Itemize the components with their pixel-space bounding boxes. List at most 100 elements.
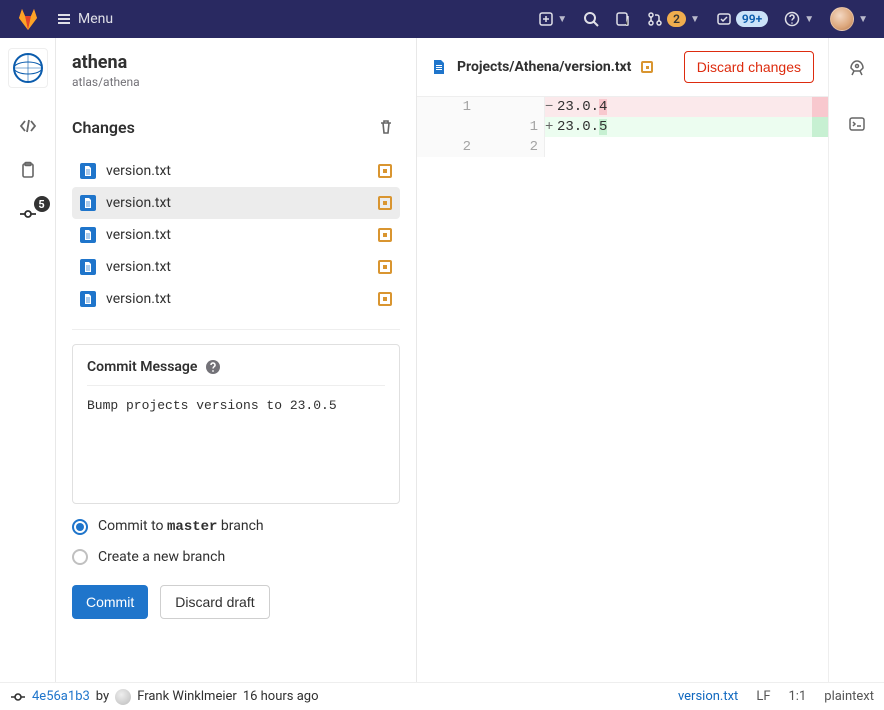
project-path: atlas/athena bbox=[72, 75, 400, 89]
commit-icon bbox=[19, 205, 37, 223]
diff-line-added: 1+23.0.5 bbox=[417, 117, 828, 137]
file-icon bbox=[431, 59, 447, 75]
radio-new-branch[interactable]: Create a new branch bbox=[72, 549, 400, 565]
statusbar: 4e56a1b3 by Frank Winklmeier 16 hours ag… bbox=[0, 682, 884, 710]
editor-header: Projects/Athena/version.txt Discard chan… bbox=[417, 38, 828, 96]
radio-commit-to[interactable]: Commit to master branch bbox=[72, 518, 400, 535]
changes-label: Changes bbox=[72, 118, 135, 137]
rail-clipboard[interactable] bbox=[0, 148, 56, 192]
commit-button[interactable]: Commit bbox=[72, 585, 148, 619]
main-menu-button[interactable]: Menu bbox=[48, 7, 121, 31]
modified-icon bbox=[378, 228, 392, 242]
diff-line-removed: 1−23.0.4 bbox=[417, 97, 828, 117]
file-name: version.txt bbox=[106, 291, 378, 307]
file-row[interactable]: version.txt bbox=[72, 251, 400, 283]
commit-count-badge: 5 bbox=[34, 196, 50, 212]
modified-icon bbox=[378, 164, 392, 178]
help-menu[interactable]: ▼ bbox=[776, 0, 822, 38]
main-layout: 5 athena atlas/athena Changes version.tx… bbox=[0, 38, 884, 682]
pipeline-button[interactable] bbox=[829, 52, 884, 84]
file-list: version.txt version.txt version.txt vers… bbox=[72, 155, 400, 315]
file-name: version.txt bbox=[106, 259, 378, 275]
create-menu[interactable]: ▼ bbox=[531, 0, 575, 38]
rail-commits[interactable]: 5 bbox=[0, 192, 56, 236]
file-icon bbox=[80, 227, 96, 243]
file-name: version.txt bbox=[106, 227, 378, 243]
commit-box: Commit Message Bump projects versions to… bbox=[72, 344, 400, 504]
file-row[interactable]: version.txt bbox=[72, 219, 400, 251]
changes-panel: athena atlas/athena Changes version.txt … bbox=[56, 38, 417, 682]
author-name: Frank Winklmeier bbox=[137, 689, 237, 704]
modified-icon bbox=[378, 196, 392, 210]
file-row[interactable]: version.txt bbox=[72, 187, 400, 219]
radio-label: Commit to master branch bbox=[98, 518, 264, 535]
project-name: athena bbox=[72, 52, 400, 73]
right-rail bbox=[828, 38, 884, 682]
search-icon bbox=[583, 11, 599, 27]
diff-view[interactable]: 1−23.0.4 1+23.0.5 22 bbox=[417, 96, 828, 157]
terminal-button[interactable] bbox=[829, 108, 884, 140]
plus-icon bbox=[539, 12, 553, 26]
project-logo[interactable] bbox=[8, 48, 48, 88]
hamburger-icon bbox=[56, 11, 72, 27]
discard-all-button[interactable] bbox=[372, 113, 400, 141]
status-pos[interactable]: 1:1 bbox=[789, 689, 807, 704]
radio-icon bbox=[72, 519, 88, 535]
radio-icon bbox=[72, 549, 88, 565]
file-name: version.txt bbox=[106, 195, 378, 211]
issues-button[interactable] bbox=[607, 0, 639, 38]
commit-icon bbox=[10, 689, 26, 705]
commit-message-label: Commit Message bbox=[87, 359, 197, 375]
user-menu[interactable]: ▼ bbox=[822, 0, 876, 38]
help-icon[interactable] bbox=[205, 359, 221, 375]
todo-badge: 99+ bbox=[736, 11, 768, 27]
status-filename[interactable]: version.txt bbox=[678, 689, 738, 704]
file-row[interactable]: version.txt bbox=[72, 155, 400, 187]
by-label: by bbox=[96, 689, 109, 704]
avatar bbox=[830, 7, 854, 31]
file-row[interactable]: version.txt bbox=[72, 283, 400, 315]
commit-message-input[interactable]: Bump projects versions to 23.0.5 bbox=[87, 398, 385, 413]
gitlab-logo[interactable] bbox=[8, 7, 48, 31]
rail-code[interactable] bbox=[0, 104, 56, 148]
chevron-down-icon: ▼ bbox=[557, 14, 567, 25]
chevron-down-icon: ▼ bbox=[690, 14, 700, 25]
file-icon bbox=[80, 163, 96, 179]
todo-icon bbox=[716, 11, 732, 27]
merge-requests-button[interactable]: 2 ▼ bbox=[639, 0, 708, 38]
chevron-down-icon: ▼ bbox=[804, 14, 814, 25]
menu-label: Menu bbox=[78, 11, 113, 27]
diff-line: 22 bbox=[417, 137, 828, 157]
todos-button[interactable]: 99+ bbox=[708, 0, 776, 38]
left-rail: 5 bbox=[0, 38, 56, 682]
radio-label: Create a new branch bbox=[98, 549, 225, 565]
status-lang[interactable]: plaintext bbox=[824, 689, 874, 704]
commit-time: 16 hours ago bbox=[243, 689, 319, 704]
changes-header: Changes bbox=[72, 99, 400, 151]
discard-changes-button[interactable]: Discard changes bbox=[684, 51, 814, 83]
commit-sha[interactable]: 4e56a1b3 bbox=[32, 689, 90, 704]
status-eol[interactable]: LF bbox=[756, 689, 770, 704]
breadcrumb: Projects/Athena/version.txt bbox=[457, 59, 631, 75]
search-button[interactable] bbox=[575, 0, 607, 38]
file-icon bbox=[80, 291, 96, 307]
issues-icon bbox=[615, 11, 631, 27]
code-icon bbox=[19, 117, 37, 135]
editor-area: Projects/Athena/version.txt Discard chan… bbox=[417, 38, 884, 682]
mr-badge: 2 bbox=[667, 11, 686, 27]
project-header: athena atlas/athena bbox=[72, 38, 400, 99]
terminal-icon bbox=[848, 115, 866, 133]
trash-icon bbox=[378, 119, 394, 135]
minimap-mark-del bbox=[812, 97, 828, 117]
author-avatar bbox=[115, 689, 131, 705]
minimap-mark-add bbox=[812, 117, 828, 137]
file-name: version.txt bbox=[106, 163, 378, 179]
file-icon bbox=[80, 259, 96, 275]
help-icon bbox=[784, 11, 800, 27]
clipboard-icon bbox=[19, 161, 37, 179]
chevron-down-icon: ▼ bbox=[858, 14, 868, 25]
topbar: Menu ▼ 2 ▼ 99+ ▼ ▼ bbox=[0, 0, 884, 38]
merge-request-icon bbox=[647, 11, 663, 27]
discard-draft-button[interactable]: Discard draft bbox=[160, 585, 269, 619]
modified-icon bbox=[378, 292, 392, 306]
